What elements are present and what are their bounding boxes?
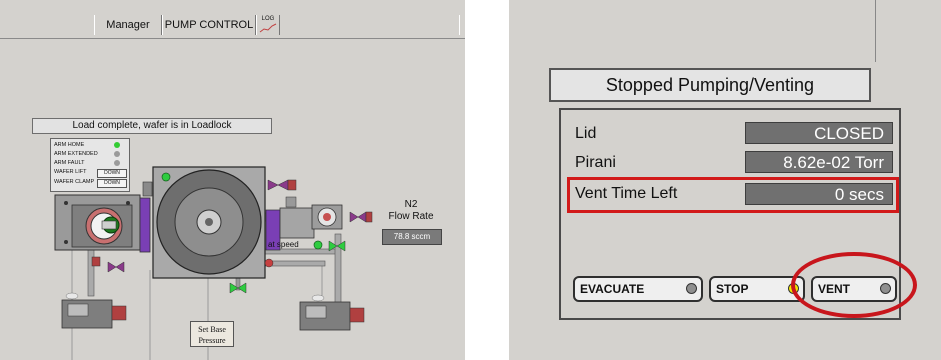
roughing-pump-right <box>299 294 365 331</box>
set-base-line1: Set Base <box>198 325 226 334</box>
vent-time-highlight <box>567 177 899 213</box>
evacuate-label: EVACUATE <box>580 282 645 296</box>
flow-rate-title-line2: Flow Rate <box>388 211 434 222</box>
set-base-line2: Pressure <box>198 336 226 345</box>
process-chamber <box>152 166 266 279</box>
pump-control-panel: Stopped Pumping/Venting Lid CLOSED Piran… <box>509 0 941 360</box>
lid-value: CLOSED <box>745 122 893 144</box>
pump-state-header: Stopped Pumping/Venting <box>549 68 871 102</box>
loadlock <box>54 181 153 253</box>
stop-label: STOP <box>716 282 749 296</box>
pump-diagram-panel: Manager PUMP CONTROL LOG Load complete, … <box>0 0 465 360</box>
vent-highlight-ellipse <box>791 252 917 318</box>
flow-rate-title: N2 Flow Rate <box>380 199 442 223</box>
at-speed-label: at speed <box>268 240 299 249</box>
evacuate-button[interactable]: EVACUATE <box>573 276 703 302</box>
frame-divider <box>875 0 876 62</box>
roughing-pump-left <box>61 292 127 329</box>
pirani-label: Pirani <box>575 154 616 171</box>
pirani-value: 8.62e-02 Torr <box>745 151 893 173</box>
lid-label: Lid <box>575 125 597 142</box>
flow-rate-value: 78.8 sccm <box>382 229 442 245</box>
evacuate-led <box>686 283 697 294</box>
set-base-pressure-button[interactable]: Set Base Pressure <box>190 321 234 347</box>
flow-rate-title-line1: N2 <box>404 199 418 210</box>
pump-schematic <box>54 166 373 360</box>
